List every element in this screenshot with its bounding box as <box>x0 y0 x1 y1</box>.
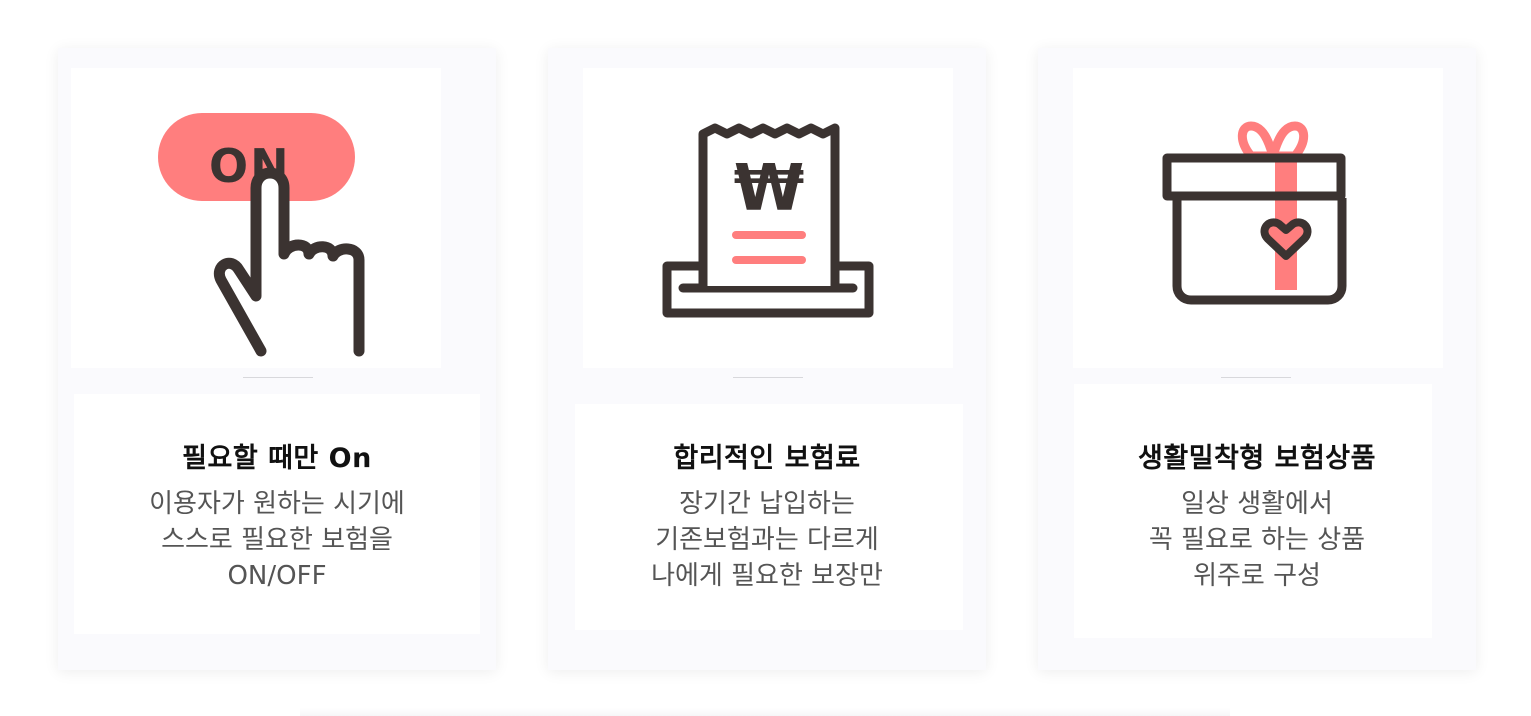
card-title: 생활밀착형 보험상품 <box>1138 443 1376 474</box>
card-description: 이용자가 원하는 시기에 스스로 필요한 보험을 ON/OFF <box>58 486 496 594</box>
on-toggle-hand-icon: ON <box>158 113 365 357</box>
card-description: 일상 생활에서 꼭 필요로 하는 상품 위주로 구성 <box>1038 486 1476 594</box>
feature-card-premium: ₩ 합리적인 보험료 장기간 납입하는 기존보험과는 다르게 나에게 필요한 보… <box>548 48 986 670</box>
card-description: 장기간 납입하는 기존보험과는 다르게 나에게 필요한 보장만 <box>548 486 986 594</box>
desc-line: 위주로 구성 <box>1193 561 1321 591</box>
gift-box-heart-icon <box>1162 121 1347 305</box>
icon-area: ON <box>71 68 441 368</box>
desc-line: 장기간 납입하는 <box>679 489 855 519</box>
feature-card-lifestyle: 생활밀착형 보험상품 일상 생활에서 꼭 필요로 하는 상품 위주로 구성 <box>1038 48 1476 670</box>
icon-area: ₩ <box>583 68 953 368</box>
card-title: 합리적인 보험료 <box>673 443 861 474</box>
feature-card-on: ON 필요할 때만 On 이용자가 원하는 시기에 스스로 필요한 보험을 ON… <box>58 48 496 670</box>
won-receipt-icon: ₩ <box>662 123 874 318</box>
desc-line: 나에게 필요한 보장만 <box>651 561 883 591</box>
desc-line: 스스로 필요한 보험을 <box>161 525 393 555</box>
desc-line: 기존보험과는 다르게 <box>655 525 879 555</box>
bottom-edge <box>300 708 1230 716</box>
divider <box>243 377 313 378</box>
divider <box>733 377 803 378</box>
desc-line: 일상 생활에서 <box>1181 489 1333 519</box>
desc-line: 꼭 필요로 하는 상품 <box>1148 525 1366 555</box>
card-title: 필요할 때만 On <box>182 443 372 474</box>
svg-text:₩: ₩ <box>734 152 805 226</box>
desc-line: ON/OFF <box>227 561 327 591</box>
desc-line: 이용자가 원하는 시기에 <box>149 489 405 519</box>
icon-area <box>1073 68 1443 368</box>
divider <box>1221 377 1291 378</box>
